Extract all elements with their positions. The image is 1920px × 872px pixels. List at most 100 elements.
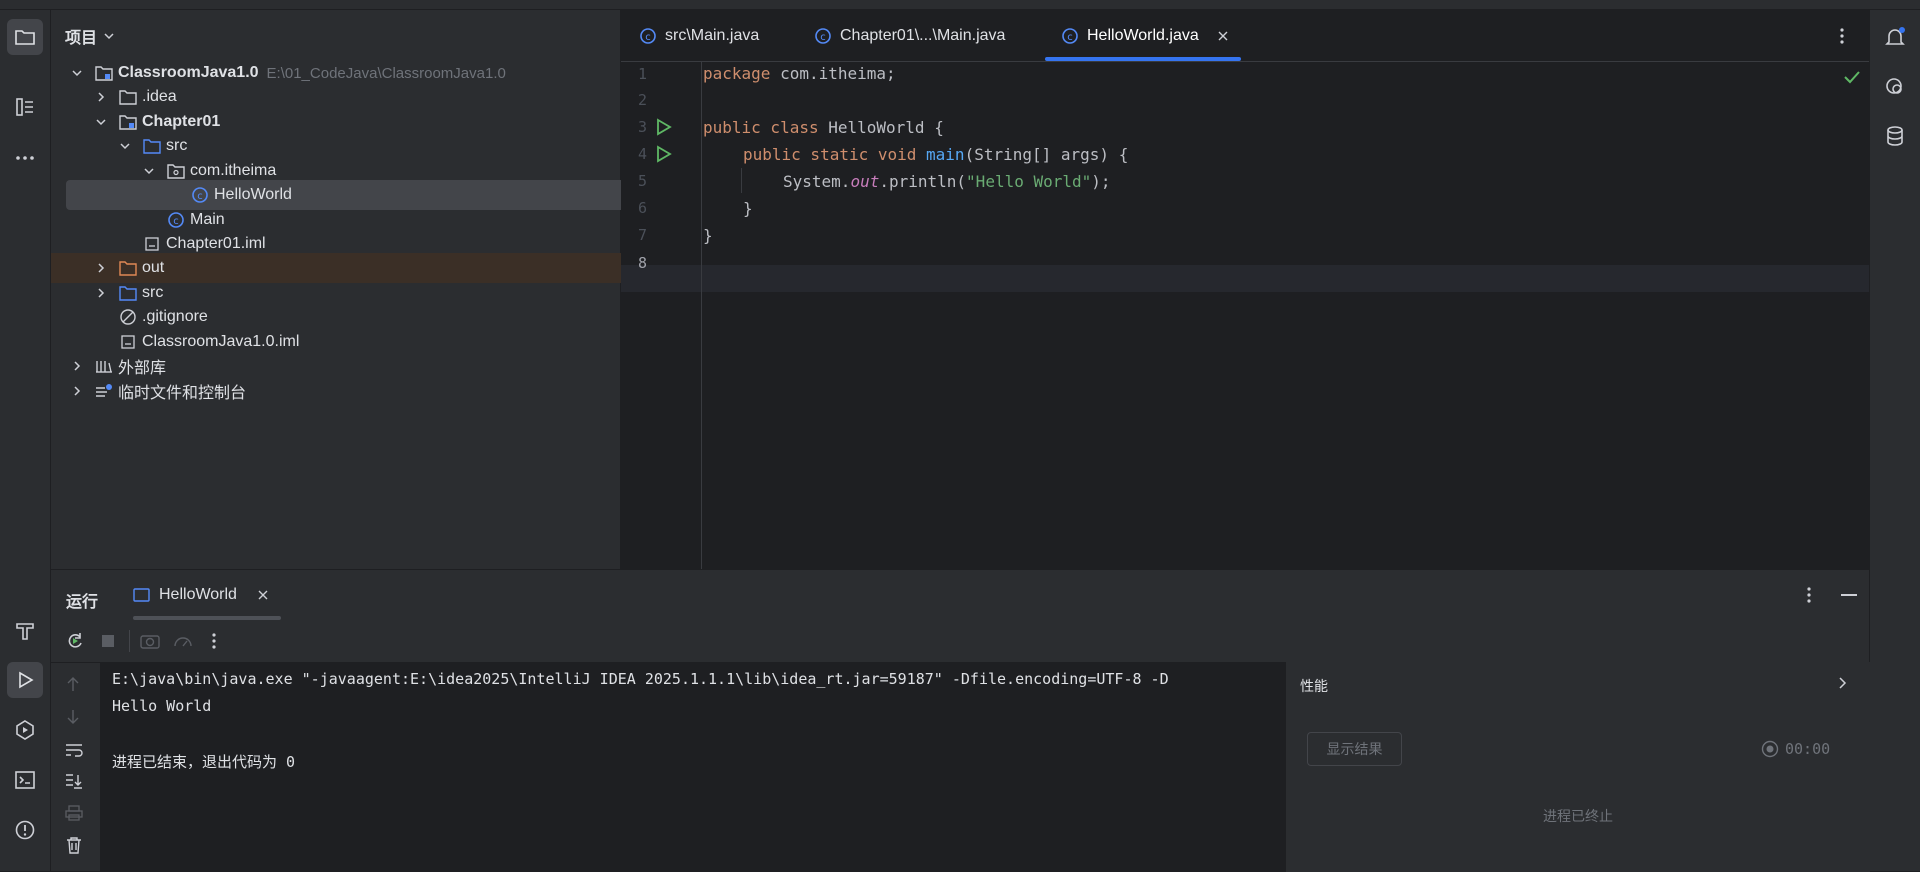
chevron-right-icon[interactable] <box>94 90 108 104</box>
project-view-selector[interactable]: 项目 <box>65 24 115 48</box>
performance-expand-button[interactable] <box>1838 676 1848 690</box>
tab-chapter01-main[interactable]: c Chapter01\...\Main.java <box>814 10 1005 61</box>
folder-icon <box>118 87 138 107</box>
checkmark-icon <box>1844 71 1860 84</box>
ai-assistant-button[interactable] <box>1877 69 1913 105</box>
folder-icon <box>15 30 35 45</box>
toolbar-more-button[interactable] <box>211 632 217 650</box>
code-text: .println( <box>879 172 967 191</box>
performance-title: 性能 <box>1300 678 1328 694</box>
line-number: 8 <box>637 254 647 272</box>
run-gutter-button[interactable] <box>656 118 672 136</box>
terminal-icon <box>15 771 35 789</box>
chevron-down-icon[interactable] <box>142 164 156 178</box>
console-output[interactable]: E:\java\bin\java.exe "-javaagent:E:\idea… <box>100 662 1335 872</box>
scroll-up-button[interactable] <box>66 676 80 692</box>
module-folder-icon <box>118 112 138 132</box>
show-results-button[interactable]: 显示结果 <box>1307 732 1402 766</box>
clear-all-button[interactable] <box>66 836 82 854</box>
scroll-to-end-button[interactable] <box>65 773 83 789</box>
tree-item-label: Main <box>190 211 225 228</box>
code-line-4[interactable]: public static void main(String[] args) { <box>703 145 1128 164</box>
tab-helloworld[interactable]: c HelloWorld.java <box>1061 10 1229 61</box>
code-text: System. <box>783 172 851 191</box>
java-class-icon: c <box>166 210 186 230</box>
tree-item-path: E:\01_CodeJava\ClassroomJava1.0 <box>266 64 506 82</box>
run-panel-options-button[interactable] <box>1806 586 1812 604</box>
code-line-3[interactable]: public class HelloWorld { <box>703 118 944 137</box>
bell-icon <box>1885 27 1905 45</box>
chevron-right-icon[interactable] <box>70 384 84 398</box>
chevron-right-icon[interactable] <box>70 359 84 373</box>
notifications-button[interactable] <box>1877 19 1913 55</box>
svg-text:c: c <box>173 216 179 227</box>
run-tool-button[interactable] <box>7 662 43 698</box>
print-button[interactable] <box>65 805 83 821</box>
arrow-up-icon <box>67 677 79 691</box>
tree-item-label: Chapter01 <box>142 113 221 130</box>
more-tools-button[interactable] <box>7 140 43 176</box>
run-tab-helloworld[interactable]: HelloWorld <box>133 570 269 620</box>
database-button[interactable] <box>1877 118 1913 154</box>
code-line-5[interactable]: System.out.println("Hello World"); <box>703 172 1111 191</box>
services-tool-button[interactable] <box>7 712 43 748</box>
minimize-panel-button[interactable] <box>1841 594 1857 596</box>
project-header-label: 项目 <box>65 30 98 47</box>
chevron-right-icon <box>1839 677 1847 689</box>
performance-panel: 性能 显示结果 00:00 进程已终止 <box>1285 662 1870 872</box>
code-static-field: out <box>850 172 880 191</box>
tree-item-scratches[interactable]: 临时文件和控制台 <box>51 376 640 406</box>
chevron-down-icon[interactable] <box>70 66 84 80</box>
chevron-right-icon[interactable] <box>94 286 108 300</box>
console-line: E:\java\bin\java.exe "-javaagent:E:\idea… <box>112 670 1169 688</box>
tree-item-label: 外部库 <box>118 360 167 377</box>
stop-button[interactable] <box>101 634 115 648</box>
code-method: main <box>926 145 965 164</box>
excluded-folder-icon <box>118 258 138 278</box>
library-icon <box>94 356 114 376</box>
svg-text:c: c <box>197 191 203 202</box>
close-icon <box>1218 31 1228 40</box>
rerun-icon <box>68 633 82 648</box>
build-tool-button[interactable] <box>7 613 43 649</box>
chat-spiral-icon <box>1886 78 1902 94</box>
java-class-icon: c <box>640 27 656 44</box>
chevron-down-icon[interactable] <box>118 139 132 153</box>
project-tool-button[interactable] <box>7 19 43 55</box>
scratches-icon <box>94 381 114 401</box>
more-horizontal-icon <box>16 156 34 160</box>
chevron-right-icon[interactable] <box>94 261 108 275</box>
code-text: com.itheima; <box>770 64 896 83</box>
tab-src-main[interactable]: c src\Main.java <box>639 10 759 61</box>
snapshot-button[interactable] <box>140 633 160 649</box>
title-bar-strip <box>0 0 1920 10</box>
database-icon <box>1887 126 1903 146</box>
close-tab-button[interactable] <box>1217 30 1229 42</box>
run-panel-header: 运行 HelloWorld <box>51 570 1869 620</box>
chevron-down-icon[interactable] <box>94 115 108 129</box>
tree-item-label: src <box>142 284 164 301</box>
no-problems-indicator[interactable] <box>1843 70 1861 84</box>
code-keyword: public static void <box>743 145 917 164</box>
run-gutter-button[interactable] <box>656 145 672 163</box>
editor-tab-bar: c src\Main.java c Chapter01\...\Main.jav… <box>621 10 1869 62</box>
java-class-icon: c <box>815 27 831 44</box>
line-number: 1 <box>637 65 647 83</box>
rerun-button[interactable] <box>66 632 84 650</box>
tree-item-label: src <box>166 137 188 154</box>
more-vertical-icon <box>1807 587 1811 603</box>
code-line-1[interactable]: package com.itheima; <box>703 64 896 83</box>
profiler-button[interactable] <box>173 632 193 650</box>
scroll-down-button[interactable] <box>66 709 80 725</box>
problems-tool-button[interactable] <box>7 812 43 848</box>
code-line-6[interactable]: } <box>703 199 753 218</box>
structure-tool-button[interactable] <box>7 89 43 125</box>
code-line-7[interactable]: } <box>703 226 713 245</box>
close-run-tab-button[interactable] <box>257 589 269 601</box>
terminal-tool-button[interactable] <box>7 762 43 798</box>
line-number: 2 <box>637 91 647 109</box>
soft-wrap-button[interactable] <box>65 743 83 757</box>
line-number: 7 <box>637 226 647 244</box>
chevron-down-icon <box>104 33 114 40</box>
tab-more-button[interactable] <box>1839 10 1845 61</box>
